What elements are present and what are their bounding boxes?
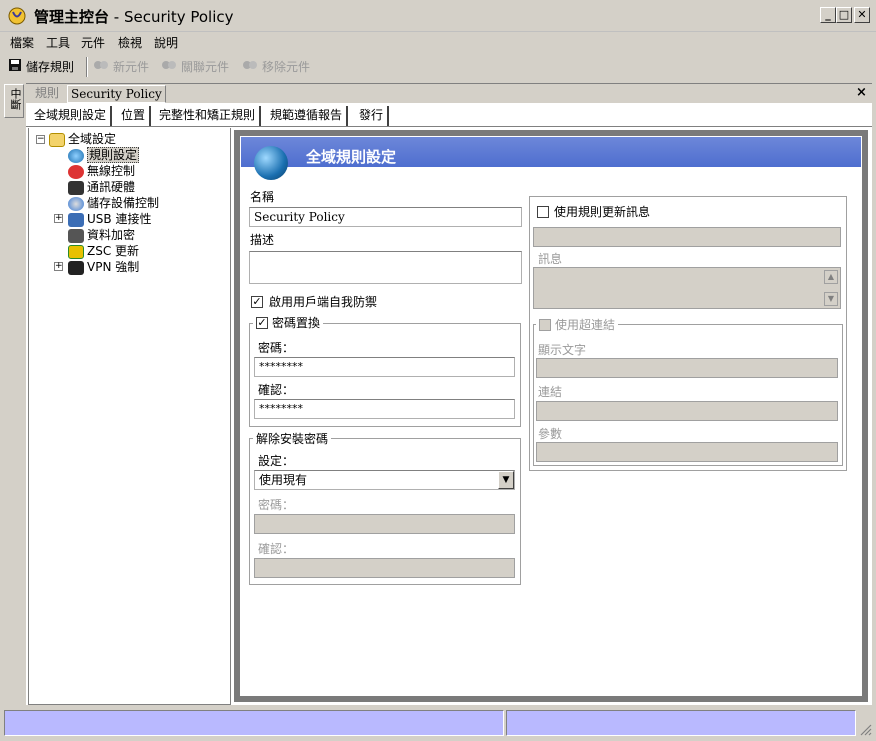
use-hyperlink-checkbox[interactable]: [539, 318, 551, 331]
lock-icon: [68, 228, 84, 243]
app-icon: [8, 7, 26, 25]
side-tab-label: 中斷: [9, 88, 22, 110]
globe-icon: [254, 146, 288, 180]
dropdown-arrow-icon[interactable]: ▼: [498, 471, 514, 489]
tree-item-usb[interactable]: USB 連接性: [68, 210, 151, 227]
sub-tab-strip: [26, 103, 872, 127]
link-component-icon: [161, 58, 177, 75]
vpn-icon: [68, 260, 84, 275]
tab-rules[interactable]: 規則: [32, 85, 62, 103]
params-field[interactable]: [536, 442, 838, 462]
tree-collapse-toggle[interactable]: −: [36, 135, 45, 144]
message-field[interactable]: [533, 267, 841, 309]
tree-root[interactable]: 全域設定: [49, 130, 116, 147]
description-label: 描述: [250, 233, 275, 247]
message-label: 訊息: [538, 252, 563, 266]
uninstall-confirm-label: 確認：: [258, 542, 295, 556]
menu-view[interactable]: 檢視: [118, 34, 142, 51]
tree-item-policy-settings[interactable]: 規則設定: [68, 146, 140, 163]
password-field[interactable]: ********: [254, 357, 515, 377]
subtab-compliance-report[interactable]: 規範遵循報告: [266, 106, 349, 126]
floppy-icon: [8, 58, 22, 75]
wireless-icon: [68, 164, 84, 179]
panel-title: 全域規則設定: [306, 148, 397, 166]
uninstall-password-legend: 解除安裝密碼: [253, 430, 332, 447]
use-update-message-label: 使用規則更新訊息: [554, 205, 651, 219]
display-text-field[interactable]: [536, 358, 838, 378]
tab-security-policy[interactable]: Security Policy: [67, 85, 166, 103]
tree-item-comm-hardware[interactable]: 通訊硬體: [68, 178, 135, 195]
tree-item-storage-control[interactable]: 儲存設備控制: [68, 194, 159, 211]
password-label: 密碼：: [258, 341, 295, 355]
toolbar-separator: [86, 57, 88, 77]
name-field[interactable]: Security Policy: [249, 207, 522, 227]
component-icon: [93, 58, 109, 75]
name-label: 名稱: [250, 190, 275, 204]
save-rules-button[interactable]: 儲存規則: [8, 58, 74, 75]
tree-expand-vpn[interactable]: +: [54, 262, 63, 271]
tree-expand-usb[interactable]: +: [54, 214, 63, 223]
use-update-message-checkbox[interactable]: [537, 206, 549, 218]
confirm-field[interactable]: ********: [254, 399, 515, 419]
update-icon: [68, 244, 84, 259]
display-text-label: 顯示文字: [538, 343, 587, 357]
link-component-button[interactable]: 關聯元件: [161, 58, 229, 75]
subtab-publish[interactable]: 發行: [355, 106, 390, 126]
menu-help[interactable]: 說明: [154, 34, 178, 51]
hardware-icon: [68, 180, 84, 195]
subtab-locations[interactable]: 位置: [117, 106, 152, 126]
menu-tools[interactable]: 工具: [46, 34, 70, 51]
password-override-checkbox[interactable]: ✓: [256, 316, 268, 329]
hyperlink-header: 使用超連結: [536, 316, 619, 333]
globe-icon: [68, 148, 84, 163]
folder-icon: [49, 132, 65, 147]
update-message-title-field[interactable]: [533, 227, 841, 247]
setting-select[interactable]: 使用現有 ▼: [254, 470, 515, 490]
subtab-global-rules[interactable]: 全域規則設定: [30, 106, 113, 126]
close-button[interactable]: ✕: [854, 7, 870, 23]
self-protect-checkbox[interactable]: ✓: [251, 296, 263, 308]
new-component-button[interactable]: 新元件: [93, 58, 149, 75]
params-label: 參數: [538, 427, 563, 441]
maximize-button[interactable]: □: [836, 7, 852, 23]
tree-item-wireless[interactable]: 無線控制: [68, 162, 135, 179]
menu-components[interactable]: 元件: [81, 34, 105, 51]
menu-file[interactable]: 檔案: [10, 34, 34, 51]
uninstall-confirm-field[interactable]: [254, 558, 515, 578]
confirm-label: 確認：: [258, 383, 295, 397]
status-pane-left: [4, 710, 504, 736]
tree-item-vpn[interactable]: VPN 強制: [68, 258, 139, 275]
tree-item-zsc-update[interactable]: ZSC 更新: [68, 242, 139, 259]
scroll-up-icon[interactable]: ▲: [824, 270, 838, 284]
uninstall-password-field[interactable]: [254, 514, 515, 534]
description-field[interactable]: [249, 251, 522, 284]
resize-grip-icon[interactable]: [858, 722, 872, 736]
usb-icon: [68, 212, 84, 227]
status-pane-right: [506, 710, 856, 736]
minimize-button[interactable]: _: [820, 7, 836, 23]
disc-icon: [68, 196, 84, 211]
remove-component-icon: [242, 58, 258, 75]
tree-item-encryption[interactable]: 資料加密: [68, 226, 135, 243]
link-field[interactable]: [536, 401, 838, 421]
link-label: 連結: [538, 385, 563, 399]
password-override-header: ✓ 密碼置換: [253, 314, 324, 331]
subtab-integrity-rules[interactable]: 完整性和矯正規則: [155, 106, 262, 126]
self-protect-label: 啟用用戶端自我防禦: [269, 295, 378, 309]
remove-component-button[interactable]: 移除元件: [242, 58, 310, 75]
window-title: 管理主控台 - Security Policy: [34, 8, 234, 26]
close-document-icon[interactable]: ×: [856, 85, 867, 100]
uninstall-password-label: 密碼：: [258, 498, 295, 512]
setting-label: 設定：: [258, 454, 295, 468]
scroll-down-icon[interactable]: ▼: [824, 292, 838, 306]
